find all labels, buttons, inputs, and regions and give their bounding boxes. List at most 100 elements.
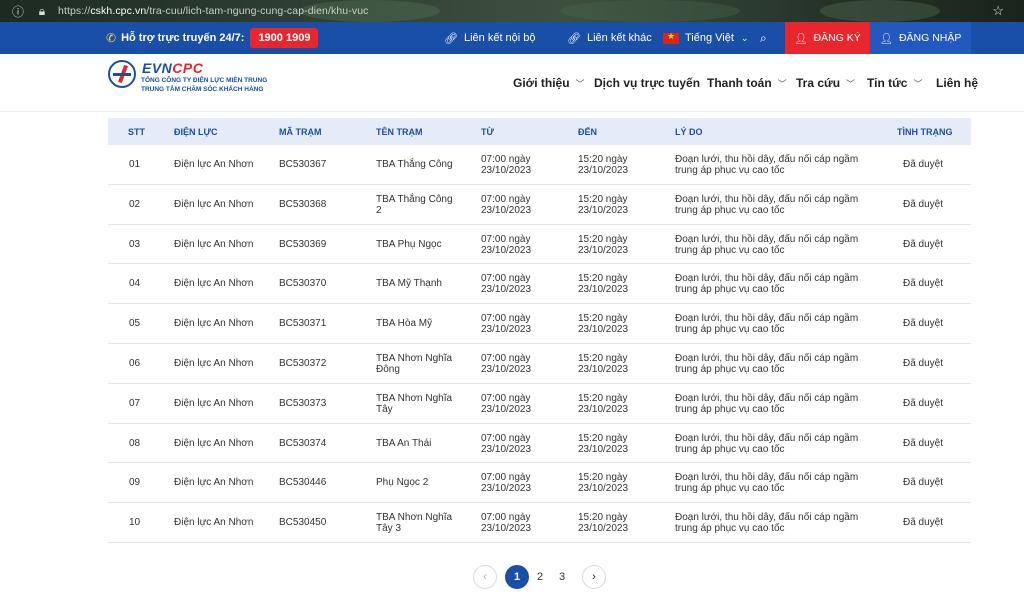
cell-stt: 04 [129,278,141,290]
logo-line2: TRUNG TÂM CHĂM SÓC KHÁCH HÀNG [141,86,264,93]
cell-tu-line2: 23/10/2023 [481,523,532,535]
cell-den-line2: 23/10/2023 [578,483,629,495]
user-icon: 👤︎ [879,32,893,45]
nav-payment-label: Thanh toán [707,76,772,90]
nav-intro[interactable]: Giới thiệu ﹀ [513,54,585,112]
cell-ly-do-line2: trung áp phục vụ cao tốc [675,324,785,336]
cell-ma-tram: BC530367 [279,159,327,170]
cell-ly-do-line1: Đoạn lưới, thu hồi dây, đấu nối cáp ngầm [675,432,859,444]
cell-tinh-trang: Đã duyệt [903,278,944,290]
cell-tu: 07:00 ngày 23/10/2023 [481,154,531,176]
cell-ma-tram: BC530374 [279,437,327,449]
nav-news[interactable]: Tin tức ﹀ [867,54,923,112]
other-link[interactable]: 🔗︎ Liên kết khác [567,22,652,54]
site-info-icon[interactable]: ⓘ [12,3,24,20]
language-label: Tiếng Việt [685,32,734,44]
cell-den-line2: 23/10/2023 [578,284,629,296]
internal-link[interactable]: 🔗︎ Liên kết nội bộ [444,22,536,54]
cell-ly-do: Đoạn lưới, thu hồi dây, đấu nối cáp ngầm… [675,512,858,534]
cell-ly-do: Đoạn lưới, thu hồi dây, đấu nối cáp ngầm… [675,154,858,176]
cell-ten-tram: TBA Hòa Mỹ [376,318,432,329]
page-1-button[interactable]: 1 [505,565,529,589]
pagination: ‹ 1 2 3 › [0,565,1024,589]
cell-dien-luc: Điện lực An Nhơn [174,517,254,529]
background-leaf [820,0,940,22]
cell-dien-luc: Điện lực An Nhơn [174,357,254,369]
cell-tinh-trang: Đã duyệt [903,159,944,170]
cell-stt: 05 [129,318,141,330]
cell-ten-tram-line2: Đông [376,363,400,375]
cell-den-line1: 15:20 ngày [578,432,628,444]
table-row: 06 Điện lực An Nhơn BC530372 TBA Nhơn Nghĩa… [108,344,971,384]
cell-den-line2: 23/10/2023 [578,363,629,375]
cell-ma-tram: BC530450 [279,517,327,529]
language-selector[interactable]: Tiếng Việt ⌄ [663,22,748,54]
next-page-button[interactable]: › [582,565,606,589]
cell-ma-tram: BC530372 [279,357,327,369]
hotline-number[interactable]: 1900 1909 [250,28,319,48]
bookmark-star-icon[interactable]: ☆ [992,3,1004,19]
table-row: 04 Điện lực An Nhơn BC530370 TBA Mỹ Thạnh 07… [108,264,971,305]
cell-stt: 01 [129,159,141,170]
cell-dien-luc: Điện lực An Nhơn [174,318,254,330]
cell-ly-do-line1: Đoạn lưới, thu hồi dây, đấu nối cáp ngầm [675,472,859,484]
cell-den: 15:20 ngày 23/10/2023 [578,154,628,176]
cell-ly-do-line1: Đoạn lưới, thu hồi dây, đấu nối cáp ngầm [675,273,859,285]
logo-line1: TỔNG CÔNG TY ĐIỆN LỰC MIỀN TRUNG [141,77,268,84]
cell-den: 15:20 ngày 23/10/2023 [578,234,628,256]
search-button[interactable]: ⌕ [760,22,767,54]
nav-contact-label: Liên hệ [936,76,979,90]
cell-tu: 07:00 ngày 23/10/2023 [481,194,531,216]
brand-cpc: CPC [172,60,204,76]
cell-ten-tram-line1: TBA Nhơn Nghĩa [376,512,453,524]
table-header: STT ĐIỆN LỰC MÃ TRẠM TÊN TRẠM TỪ ĐẾN LÝ … [108,118,971,145]
col-ly-do: LÝ DO [675,127,703,137]
cell-ten-tram-line1: TBA Nhơn Nghĩa [376,352,453,364]
cell-ten-tram: Phụ Ngọc 2 [376,477,428,488]
nav-lookup-label: Tra cứu [796,76,841,90]
url-field[interactable]: https://cskh.cpc.vn/tra-cuu/lich-tam-ngu… [58,5,368,17]
cell-ly-do-line2: trung áp phục vụ cao tốc [675,204,785,216]
nav-payment[interactable]: Thanh toán ﹀ [707,54,787,112]
cell-ten-tram-line1: TBA Thắng Công [376,193,453,205]
page-2-button[interactable]: 2 [528,565,552,589]
cell-ma-tram: BC530369 [279,238,327,250]
cell-tu-line2: 23/10/2023 [481,443,532,455]
login-button[interactable]: 👤︎ ĐĂNG NHẬP [870,22,971,54]
cell-ten-tram-line1: Phụ Ngọc 2 [376,477,429,489]
page-3-button[interactable]: 3 [550,565,574,589]
nav-lookup[interactable]: Tra cứu ﹀ [796,54,855,112]
cell-ly-do: Đoạn lưới, thu hồi dây, đấu nối cáp ngầm… [675,472,858,494]
cell-ten-tram: TBA Thắng Công [376,159,453,170]
cell-ten-tram-line1: TBA Phụ Ngọc [376,238,442,250]
evncpc-logo[interactable]: EVNCPC TỔNG CÔNG TY ĐIỆN LỰC MIỀN TRUNG … [108,60,267,94]
nav-contact[interactable]: Liên hệ [936,54,978,112]
cell-ly-do-line1: Đoạn lưới, thu hồi dây, đấu nối cáp ngầm [675,352,859,364]
table-row: 08 Điện lực An Nhơn BC530374 TBA An Thái 07:… [108,424,971,464]
table-row: 03 Điện lực An Nhơn BC530369 TBA Phụ Ngọc 07… [108,225,971,265]
cell-dien-luc: Điện lực An Nhơn [174,238,254,250]
cell-ten-tram-line1: TBA Mỹ Thạnh [376,278,442,290]
cell-ten-tram-line1: TBA Hòa Mỹ [376,318,433,330]
table-row: 05 Điện lực An Nhơn BC530371 TBA Hòa Mỹ 07:0… [108,304,971,344]
cell-tu-line2: 23/10/2023 [481,483,532,495]
search-icon: ⌕ [760,30,767,45]
cell-den-line1: 15:20 ngày [578,154,628,165]
cell-den: 15:20 ngày 23/10/2023 [578,353,628,375]
cell-ten-tram-line1: TBA An Thái [376,437,432,449]
cell-ten-tram-line2: Tây 3 [376,523,402,535]
top-bar: ✆ Hỗ trợ trực truyến 24/7: 1900 1909 🔗︎ … [0,22,1024,54]
cell-stt: 03 [129,238,141,250]
prev-page-button[interactable]: ‹ [473,565,497,589]
phone-icon: ✆ [106,31,117,45]
cell-den-line2: 23/10/2023 [578,244,629,256]
cell-den-line1: 15:20 ngày [578,352,628,364]
cell-den-line2: 23/10/2023 [578,204,629,216]
register-button[interactable]: 👤︎ ĐĂNG KÝ [785,22,870,54]
nav-online-services[interactable]: Dịch vụ trực tuyến [594,54,700,112]
other-link-label: Liên kết khác [586,32,652,44]
internal-link-label: Liên kết nội bộ [463,32,536,44]
cell-ten-tram-line1: TBA Thắng Công [376,159,453,170]
cell-tinh-trang: Đã duyệt [903,477,944,489]
cell-tu-line1: 07:00 ngày [481,154,531,165]
